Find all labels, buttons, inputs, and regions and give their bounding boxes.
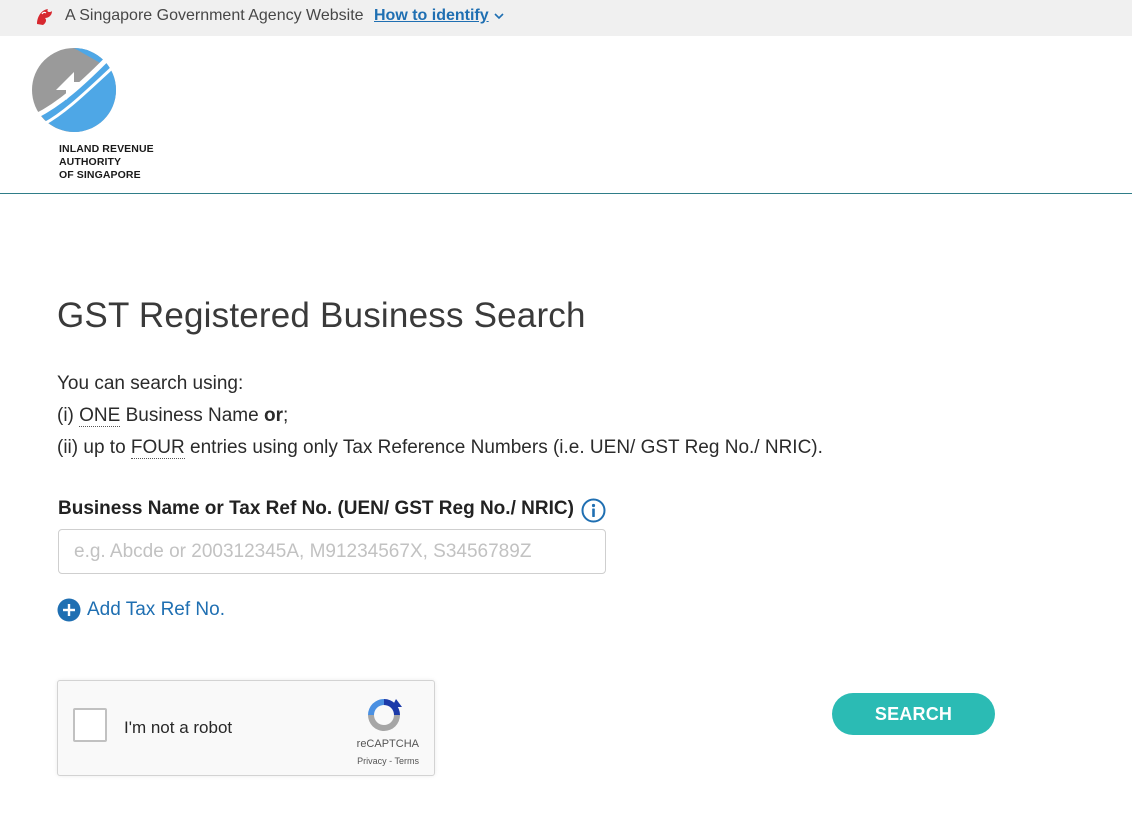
instruction-text: You can search using: <box>57 373 244 394</box>
masthead-text: A Singapore Government Agency Website <box>65 7 364 24</box>
instruction-line: (i) ONE Business Name or; <box>57 400 823 432</box>
info-icon[interactable] <box>581 498 606 523</box>
recaptcha-terms-link[interactable]: Terms <box>395 756 420 766</box>
plus-circle-icon[interactable] <box>57 598 81 622</box>
recaptcha-widget: I'm not a robot reCAPTCHA Privacy - Term… <box>57 680 435 776</box>
instruction-text: (i) <box>57 405 80 426</box>
search-instructions: You can search using: (i) ONE Business N… <box>57 368 823 464</box>
logo-text: INLAND REVENUE AUTHORITY OF SINGAPORE <box>59 143 154 182</box>
add-tax-ref-link[interactable]: Add Tax Ref No. <box>57 597 225 623</box>
iras-logo-icon[interactable] <box>30 46 118 134</box>
recaptcha-links: Privacy - Terms <box>357 756 419 766</box>
chevron-down-icon[interactable] <box>492 9 506 23</box>
recaptcha-label: I'm not a robot <box>124 718 233 737</box>
search-field-label: Business Name or Tax Ref No. (UEN/ GST R… <box>58 498 574 519</box>
site-header: INLAND REVENUE AUTHORITY OF SINGAPORE <box>0 36 1132 194</box>
recaptcha-checkbox[interactable] <box>73 708 107 742</box>
instruction-text: ; <box>282 405 289 426</box>
logo-text-line: AUTHORITY <box>59 156 122 168</box>
logo-text-line: OF SINGAPORE <box>59 169 141 181</box>
singapore-lion-icon <box>37 9 52 25</box>
or-emphasis: or <box>263 405 283 426</box>
page-title: GST Registered Business Search <box>57 296 586 335</box>
four-abbreviation: FOUR <box>130 437 185 459</box>
instruction-text: entries using only Tax Reference Numbers… <box>184 437 823 458</box>
one-abbreviation: ONE <box>79 405 121 427</box>
instruction-text: (ii) up to <box>57 437 131 458</box>
instruction-line: (ii) up to FOUR entries using only Tax R… <box>57 432 823 464</box>
instruction-line: You can search using: <box>57 368 823 400</box>
search-input[interactable] <box>58 529 606 574</box>
government-masthead: A Singapore Government Agency Website Ho… <box>0 0 1132 36</box>
add-tax-ref-label[interactable]: Add Tax Ref No. <box>87 599 225 621</box>
instruction-text: Business Name <box>120 405 264 426</box>
how-to-identify-link[interactable]: How to identify <box>374 7 489 25</box>
recaptcha-privacy-link[interactable]: Privacy <box>357 756 387 766</box>
logo-text-line: INLAND REVENUE <box>59 143 154 155</box>
recaptcha-separator: - <box>386 756 395 766</box>
recaptcha-logo-icon <box>368 699 402 731</box>
recaptcha-brand: reCAPTCHA <box>356 738 419 750</box>
search-button[interactable]: SEARCH <box>832 693 995 735</box>
